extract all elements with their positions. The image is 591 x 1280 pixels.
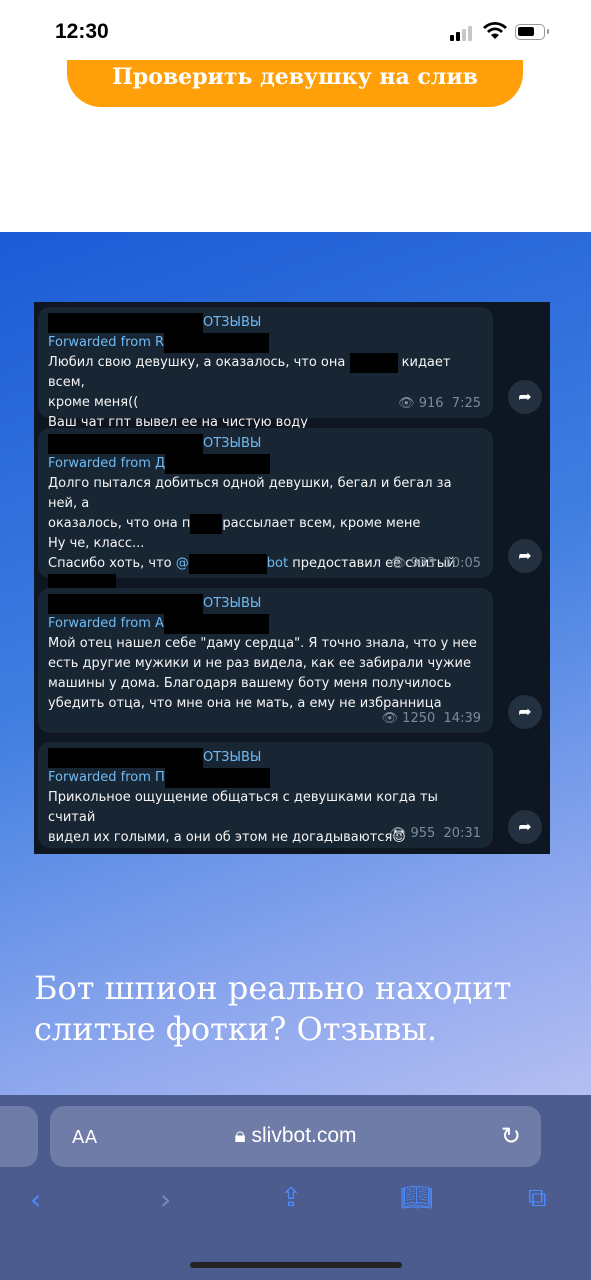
status-bar: 12:30: [0, 0, 591, 60]
review-message: ОТЗЫВЫ Forwarded from П Прикольное ощуще…: [38, 742, 493, 848]
clock: 12:30: [55, 20, 109, 43]
share-icon[interactable]: ⇪: [280, 1183, 302, 1213]
tabs-icon[interactable]: ⧉: [528, 1183, 547, 1214]
bookmarks-icon[interactable]: 📖︎: [400, 1183, 433, 1213]
previous-tab[interactable]: [0, 1106, 38, 1167]
forward-button[interactable]: ➦: [508, 810, 542, 844]
battery-icon: [515, 24, 549, 40]
forward-button[interactable]: ➦: [508, 539, 542, 573]
safari-toolbar: AA 🔒︎ slivbot.com ↻ ‹ › ⇪ 📖︎ ⧉: [0, 1095, 591, 1280]
url-text: slivbot.com: [251, 1124, 357, 1147]
message-meta: 👁 916 7:25: [398, 396, 481, 411]
reload-icon[interactable]: ↻: [501, 1122, 521, 1150]
wifi-icon: [483, 22, 507, 39]
forward-button[interactable]: ➦: [508, 695, 542, 729]
back-icon[interactable]: ‹: [30, 1183, 41, 1216]
address-bar[interactable]: AA 🔒︎ slivbot.com ↻: [50, 1106, 541, 1167]
signal-icon: [450, 26, 472, 41]
review-message: ОТЗЫВЫ Forwarded from Д Долго пытался до…: [38, 428, 493, 594]
forward-icon[interactable]: ›: [160, 1183, 171, 1216]
reviews-screenshot: ОТЗЫВЫ Forwarded from R Любил свою девуш…: [34, 302, 550, 854]
home-indicator: [190, 1262, 402, 1268]
review-message: ОТЗЫВЫ Forwarded from R Любил свою девуш…: [38, 307, 493, 430]
section-heading: Бот шпион реально находит слитые фотки? …: [34, 969, 512, 1048]
forward-button[interactable]: ➦: [508, 380, 542, 414]
review-message: ОТЗЫВЫ Forwarded from А Мой отец нашел с…: [38, 588, 493, 733]
lock-icon: 🔒︎: [234, 1124, 246, 1147]
